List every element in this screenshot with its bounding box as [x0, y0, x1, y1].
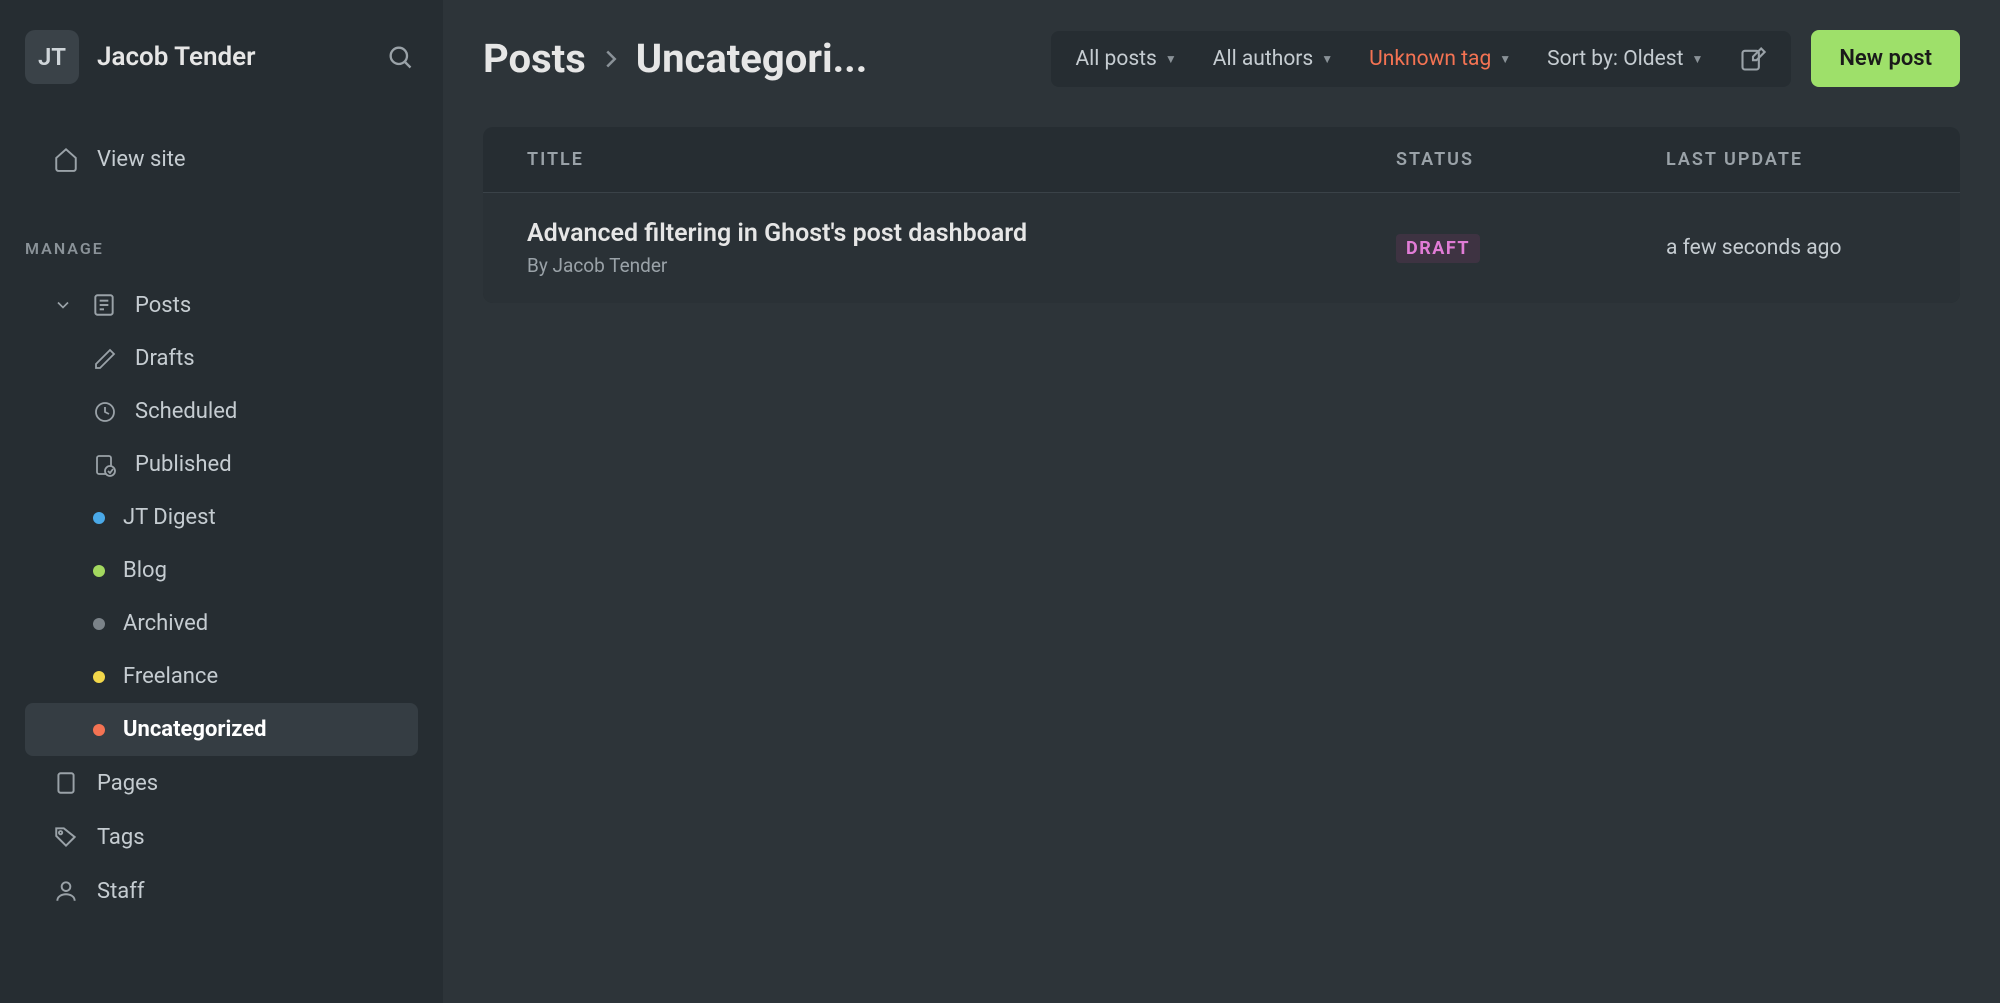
sidebar: JT Jacob Tender View site MANAGE Posts D… [0, 0, 443, 1003]
sidebar-item-label: Freelance [123, 664, 218, 689]
col-header-update: LAST UPDATE [1666, 149, 1916, 170]
dot-icon [93, 671, 105, 683]
chevron-down-icon: ▼ [1165, 52, 1177, 66]
sidebar-item-label: Archived [123, 611, 208, 636]
chevron-down-icon: ▼ [1499, 52, 1511, 66]
table-header: TITLE STATUS LAST UPDATE [483, 127, 1960, 193]
update-cell: a few seconds ago [1666, 236, 1916, 260]
dot-icon [93, 618, 105, 630]
sidebar-item-label: Scheduled [135, 399, 237, 424]
sidebar-item-label: Published [135, 452, 232, 477]
user-icon [53, 878, 79, 904]
chevron-down-icon: ▼ [1321, 52, 1333, 66]
section-label-manage: MANAGE [25, 239, 418, 258]
sidebar-item-label: JT Digest [123, 505, 216, 530]
filter-authors[interactable]: All authors ▼ [1195, 31, 1351, 87]
status-cell: DRAFT [1396, 234, 1666, 263]
sidebar-item-published[interactable]: Published [25, 438, 418, 491]
col-header-status: STATUS [1396, 149, 1666, 170]
filter-label: All authors [1213, 47, 1314, 71]
post-title: Advanced filtering in Ghost's post dashb… [527, 219, 1396, 248]
breadcrumb-current: Uncategori... [636, 35, 868, 82]
table-row[interactable]: Advanced filtering in Ghost's post dashb… [483, 193, 1960, 303]
main-content: Posts Uncategori... All posts ▼ All auth… [443, 0, 2000, 1003]
sidebar-item-tags[interactable]: Tags [25, 810, 418, 864]
doc-check-icon [93, 453, 117, 477]
filter-tag[interactable]: Unknown tag ▼ [1351, 31, 1529, 87]
sidebar-item-label: Pages [97, 771, 158, 796]
chevron-right-icon [596, 44, 626, 74]
pencil-icon [93, 347, 117, 371]
search-button[interactable] [382, 39, 418, 75]
breadcrumb-root[interactable]: Posts [483, 35, 586, 82]
status-badge: DRAFT [1396, 234, 1480, 263]
chevron-down-icon [53, 295, 73, 315]
clock-icon [93, 400, 117, 424]
compose-icon [1739, 45, 1767, 73]
sidebar-item-label: Staff [97, 879, 145, 904]
sidebar-item-scheduled[interactable]: Scheduled [25, 385, 418, 438]
sidebar-item-label: Blog [123, 558, 167, 583]
sidebar-item-uncategorized[interactable]: Uncategorized [25, 703, 418, 756]
search-icon [386, 43, 414, 71]
sidebar-item-label: Drafts [135, 346, 195, 371]
site-name[interactable]: Jacob Tender [97, 42, 364, 72]
compose-button[interactable] [1721, 31, 1785, 87]
sidebar-header: JT Jacob Tender [25, 30, 418, 84]
sidebar-item-label: Tags [97, 825, 145, 850]
posts-table: TITLE STATUS LAST UPDATE Advanced filter… [483, 127, 1960, 303]
sidebar-item-staff[interactable]: Staff [25, 864, 418, 918]
pages-icon [53, 770, 79, 796]
view-site-label: View site [97, 147, 186, 172]
new-post-button[interactable]: New post [1811, 30, 1960, 87]
breadcrumb: Posts Uncategori... [483, 35, 1031, 82]
filter-posts[interactable]: All posts ▼ [1057, 31, 1194, 87]
sidebar-item-label: Posts [135, 293, 191, 318]
avatar[interactable]: JT [25, 30, 79, 84]
dot-icon [93, 724, 105, 736]
post-author: By Jacob Tender [527, 254, 1396, 277]
topbar: Posts Uncategori... All posts ▼ All auth… [483, 30, 1960, 87]
sidebar-item-archived[interactable]: Archived [25, 597, 418, 650]
filter-label: Sort by: Oldest [1547, 47, 1683, 71]
home-icon [53, 146, 79, 172]
dot-icon [93, 512, 105, 524]
post-cell: Advanced filtering in Ghost's post dashb… [527, 219, 1396, 277]
filter-bar: All posts ▼ All authors ▼ Unknown tag ▼ … [1051, 31, 1791, 87]
filter-label: All posts [1075, 47, 1156, 71]
col-header-title: TITLE [527, 149, 1396, 170]
sidebar-item-blog[interactable]: Blog [25, 544, 418, 597]
chevron-down-icon: ▼ [1691, 52, 1703, 66]
sidebar-item-drafts[interactable]: Drafts [25, 332, 418, 385]
sidebar-item-pages[interactable]: Pages [25, 756, 418, 810]
posts-icon [91, 292, 117, 318]
filter-label: Unknown tag [1369, 47, 1491, 71]
dot-icon [93, 565, 105, 577]
sidebar-item-freelance[interactable]: Freelance [25, 650, 418, 703]
filter-sort[interactable]: Sort by: Oldest ▼ [1529, 31, 1721, 87]
tag-icon [53, 824, 79, 850]
sidebar-item-jt-digest[interactable]: JT Digest [25, 491, 418, 544]
sidebar-item-posts[interactable]: Posts [25, 278, 418, 332]
view-site-link[interactable]: View site [25, 134, 418, 184]
sidebar-item-label: Uncategorized [123, 717, 267, 742]
